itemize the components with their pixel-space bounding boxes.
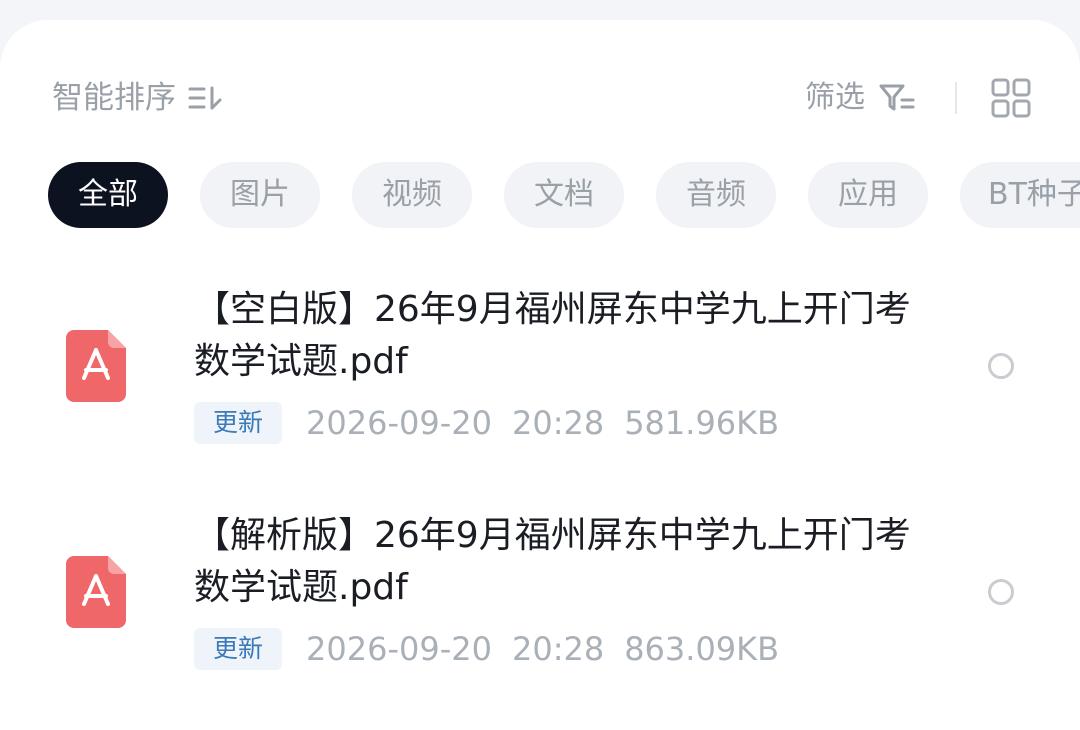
pdf-file-icon: [66, 556, 126, 628]
filter-funnel-icon[interactable]: [878, 82, 916, 114]
file-name: 【解析版】26年9月福州屏东中学九上开门考数学试题.pdf: [194, 515, 911, 608]
toolbar-divider: [955, 82, 957, 114]
file-date: 2026-09-20: [306, 404, 492, 442]
file-meta: 2026-09-20 20:28 863.09KB: [306, 628, 799, 670]
filter-button-label[interactable]: 筛选: [805, 78, 865, 118]
chip-images[interactable]: 图片: [200, 162, 320, 228]
file-list-item[interactable]: 【空白版】26年9月福州屏东中学九上开门考数学试题.pdf 更新 2026-09…: [0, 270, 1080, 470]
grid-view-icon[interactable]: [991, 78, 1031, 118]
file-size: 863.09KB: [624, 630, 780, 668]
file-time: 20:28: [511, 404, 605, 442]
file-size: 581.96KB: [624, 404, 780, 442]
chip-all[interactable]: 全部: [48, 162, 168, 228]
chip-bt-torrent[interactable]: BT种子: [960, 162, 1080, 228]
update-badge: 更新: [194, 402, 282, 444]
select-radio[interactable]: [988, 579, 1014, 605]
file-meta: 2026-09-20 20:28 581.96KB: [306, 402, 799, 444]
chip-documents[interactable]: 文档: [504, 162, 624, 228]
chip-videos[interactable]: 视频: [352, 162, 472, 228]
file-time: 20:28: [511, 630, 605, 668]
update-badge: 更新: [194, 628, 282, 670]
chip-audio[interactable]: 音频: [656, 162, 776, 228]
file-date: 2026-09-20: [306, 630, 492, 668]
select-radio[interactable]: [988, 353, 1014, 379]
file-list-item[interactable]: 【解析版】26年9月福州屏东中学九上开门考数学试题.pdf 更新 2026-09…: [0, 496, 1080, 696]
file-name: 【空白版】26年9月福州屏东中学九上开门考数学试题.pdf: [194, 289, 911, 382]
sort-order-icon[interactable]: [188, 84, 228, 112]
pdf-file-icon: [66, 330, 126, 402]
sort-button-label[interactable]: 智能排序: [52, 78, 176, 118]
chip-apps[interactable]: 应用: [808, 162, 928, 228]
file-panel: 智能排序 筛选 全部 图片 视频 文档 音频 应用 BT种子 【空白版】26年9…: [0, 20, 1080, 730]
